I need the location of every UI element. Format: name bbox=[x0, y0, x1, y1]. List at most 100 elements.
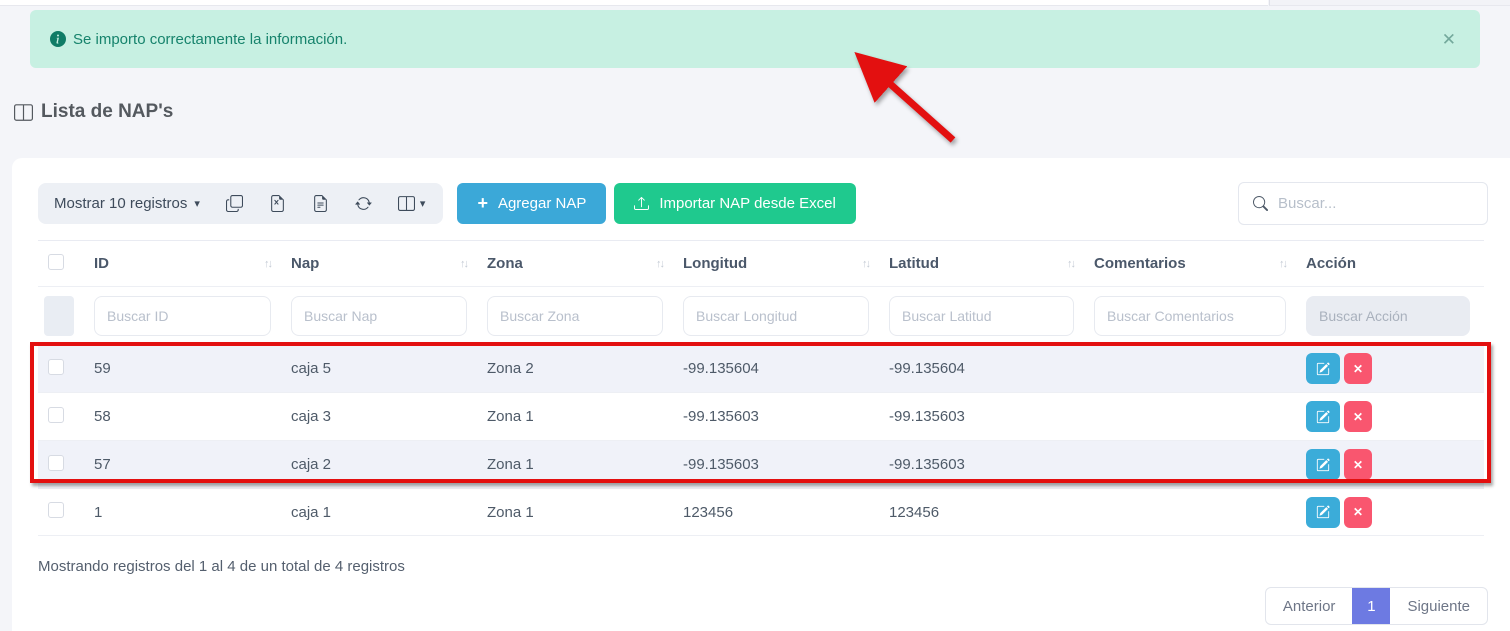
add-nap-button[interactable]: + Agregar NAP bbox=[457, 183, 606, 224]
column-header-accion: Acción bbox=[1300, 255, 1484, 272]
chevron-down-icon: ▾ bbox=[194, 197, 200, 210]
cell-id: 58 bbox=[88, 408, 285, 425]
edit-pencil-icon bbox=[1316, 505, 1330, 519]
alert-text: Se importo correctamente la información. bbox=[73, 31, 347, 48]
export-file-button[interactable] bbox=[312, 195, 329, 212]
top-navbar-edge-right bbox=[1269, 0, 1510, 6]
sort-icon: ↑↓ bbox=[460, 258, 467, 270]
edit-pencil-icon bbox=[1316, 458, 1330, 472]
table-toolbar: Mostrar 10 registros ▾ ▾ + Agregar NAP bbox=[38, 182, 1488, 224]
filter-accion-input bbox=[1306, 296, 1470, 336]
pagination: Anterior 1 Siguiente bbox=[1265, 587, 1488, 625]
column-visibility-button[interactable]: ▾ bbox=[398, 195, 426, 212]
column-header-latitud[interactable]: Latitud ↑↓ bbox=[883, 255, 1088, 272]
cell-zona: Zona 1 bbox=[481, 408, 677, 425]
cell-zona: Zona 1 bbox=[481, 456, 677, 473]
search-input[interactable] bbox=[1278, 195, 1473, 212]
upload-icon bbox=[634, 196, 649, 211]
row-checkbox[interactable] bbox=[48, 502, 64, 518]
cell-actions: ✕ bbox=[1300, 449, 1484, 480]
length-menu-dropdown[interactable]: Mostrar 10 registros ▾ bbox=[54, 195, 200, 212]
table-row: 57 caja 2 Zona 1 -99.135603 -99.135603 ✕ bbox=[38, 440, 1484, 488]
edit-pencil-icon bbox=[1316, 410, 1330, 424]
edit-button[interactable] bbox=[1306, 449, 1340, 480]
cell-latitud: 123456 bbox=[883, 504, 1088, 521]
alert-message: Se importo correctamente la información. bbox=[50, 31, 347, 48]
plus-icon: + bbox=[477, 193, 488, 214]
table-row: 59 caja 5 Zona 2 -99.135604 -99.135604 ✕ bbox=[38, 344, 1484, 392]
delete-button[interactable]: ✕ bbox=[1344, 449, 1372, 480]
delete-button[interactable]: ✕ bbox=[1344, 353, 1372, 384]
page-title: Lista de NAP's bbox=[14, 101, 173, 123]
cell-id: 1 bbox=[88, 504, 285, 521]
column-header-zona[interactable]: Zona ↑↓ bbox=[481, 255, 677, 272]
table-row: 58 caja 3 Zona 1 -99.135603 -99.135603 ✕ bbox=[38, 392, 1484, 440]
cell-actions: ✕ bbox=[1300, 497, 1484, 528]
import-nap-button[interactable]: Importar NAP desde Excel bbox=[614, 183, 855, 224]
import-nap-label: Importar NAP desde Excel bbox=[659, 195, 835, 212]
datatable-buttons-group: Mostrar 10 registros ▾ ▾ bbox=[38, 183, 443, 224]
cell-nap: caja 3 bbox=[285, 408, 481, 425]
filter-zona-input[interactable] bbox=[487, 296, 663, 336]
search-icon bbox=[1253, 196, 1268, 211]
refresh-button[interactable] bbox=[355, 195, 372, 212]
cell-latitud: -99.135604 bbox=[883, 360, 1088, 377]
pagination-next-button[interactable]: Siguiente bbox=[1390, 588, 1487, 624]
naps-table: ID ↑↓ Nap ↑↓ Zona ↑↓ Longitud ↑↓ Latitud… bbox=[38, 240, 1484, 536]
table-row: 1 caja 1 Zona 1 123456 123456 ✕ bbox=[38, 488, 1484, 536]
success-alert: Se importo correctamente la información.… bbox=[30, 10, 1480, 68]
length-menu-label: Mostrar 10 registros bbox=[54, 195, 187, 212]
filter-comentarios-input[interactable] bbox=[1094, 296, 1286, 336]
delete-button[interactable]: ✕ bbox=[1344, 401, 1372, 432]
top-navbar-edge bbox=[0, 0, 1268, 6]
column-header-nap[interactable]: Nap ↑↓ bbox=[285, 255, 481, 272]
pagination-page-1[interactable]: 1 bbox=[1352, 588, 1390, 624]
excel-file-icon bbox=[269, 195, 286, 212]
cell-longitud: -99.135603 bbox=[677, 456, 883, 473]
filter-nap-input[interactable] bbox=[291, 296, 467, 336]
cell-id: 59 bbox=[88, 360, 285, 377]
edit-button[interactable] bbox=[1306, 353, 1340, 384]
cell-longitud: -99.135603 bbox=[677, 408, 883, 425]
edit-pencil-icon bbox=[1316, 362, 1330, 376]
file-text-icon bbox=[312, 195, 329, 212]
cell-longitud: -99.135604 bbox=[677, 360, 883, 377]
columns-visibility-icon bbox=[398, 195, 415, 212]
export-excel-button[interactable] bbox=[269, 195, 286, 212]
global-search bbox=[1238, 182, 1488, 225]
sort-icon: ↑↓ bbox=[656, 258, 663, 270]
table-header-row: ID ↑↓ Nap ↑↓ Zona ↑↓ Longitud ↑↓ Latitud… bbox=[38, 240, 1484, 286]
edit-button[interactable] bbox=[1306, 497, 1340, 528]
column-header-id[interactable]: ID ↑↓ bbox=[88, 255, 285, 272]
cell-nap: caja 5 bbox=[285, 360, 481, 377]
refresh-icon bbox=[355, 195, 372, 212]
filter-id-input[interactable] bbox=[94, 296, 271, 336]
copy-icon bbox=[226, 195, 243, 212]
page-title-text: Lista de NAP's bbox=[41, 101, 173, 123]
select-all-checkbox[interactable] bbox=[48, 254, 64, 270]
sort-icon: ↑↓ bbox=[862, 258, 869, 270]
sort-icon: ↑↓ bbox=[1067, 258, 1074, 270]
pagination-prev-button[interactable]: Anterior bbox=[1266, 588, 1353, 624]
filter-longitud-input[interactable] bbox=[683, 296, 869, 336]
column-header-longitud[interactable]: Longitud ↑↓ bbox=[677, 255, 883, 272]
alert-close-icon[interactable]: ✕ bbox=[1438, 27, 1460, 52]
cell-latitud: -99.135603 bbox=[883, 408, 1088, 425]
cell-actions: ✕ bbox=[1300, 401, 1484, 432]
copy-button[interactable] bbox=[226, 195, 243, 212]
delete-button[interactable]: ✕ bbox=[1344, 497, 1372, 528]
filter-checkbox-placeholder bbox=[44, 296, 74, 336]
row-checkbox[interactable] bbox=[48, 359, 64, 375]
table-filter-row bbox=[38, 286, 1484, 344]
row-checkbox[interactable] bbox=[48, 407, 64, 423]
cell-latitud: -99.135603 bbox=[883, 456, 1088, 473]
column-header-comentarios[interactable]: Comentarios ↑↓ bbox=[1088, 255, 1300, 272]
cell-nap: caja 2 bbox=[285, 456, 481, 473]
table-card: Mostrar 10 registros ▾ ▾ + Agregar NAP bbox=[12, 158, 1510, 631]
row-checkbox[interactable] bbox=[48, 455, 64, 471]
cell-nap: caja 1 bbox=[285, 504, 481, 521]
cell-actions: ✕ bbox=[1300, 353, 1484, 384]
filter-latitud-input[interactable] bbox=[889, 296, 1074, 336]
info-icon bbox=[50, 31, 66, 47]
edit-button[interactable] bbox=[1306, 401, 1340, 432]
